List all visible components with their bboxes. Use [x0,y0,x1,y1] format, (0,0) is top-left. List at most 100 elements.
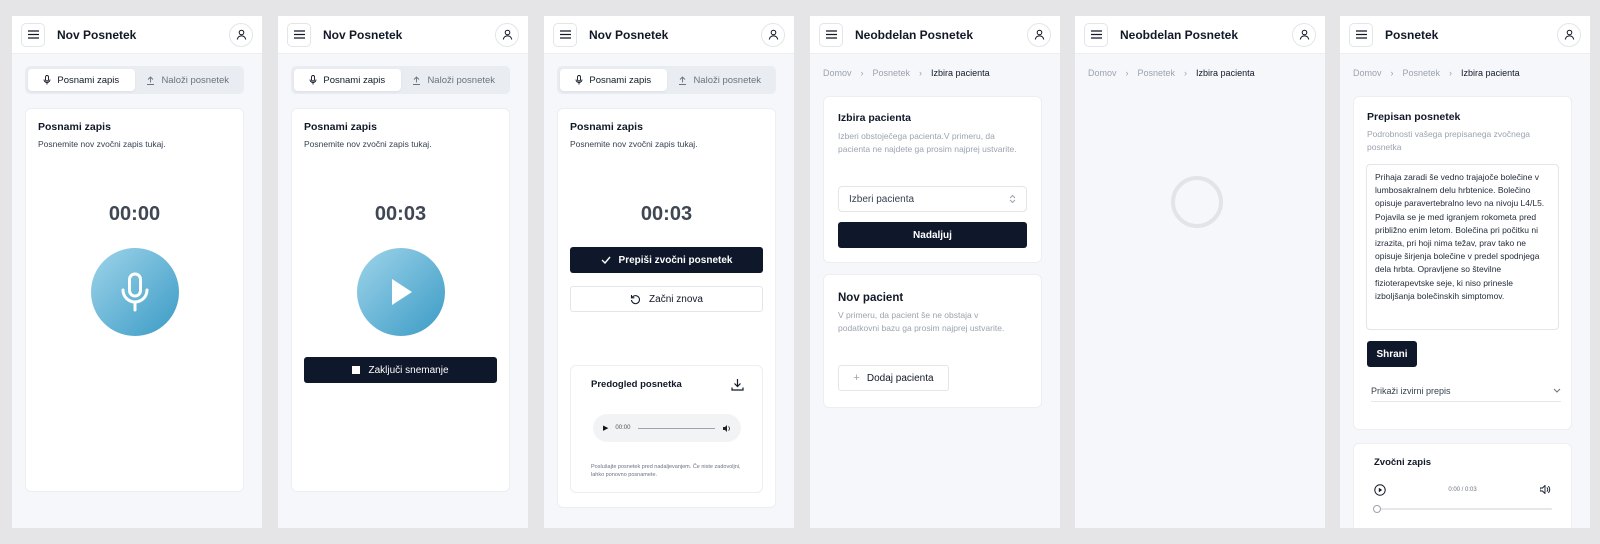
menu-button[interactable] [287,22,311,47]
screen-recorded: Nov Posnetek Posnami zapis Naloži posnet… [544,16,794,528]
toggle-label: Prikaži izvirni prepis [1371,385,1451,396]
breadcrumb-current: Izbira pacienta [1461,68,1520,78]
mic-icon [43,75,51,85]
player-progress[interactable] [638,427,715,429]
button-label: Zaključi snemanje [368,364,449,376]
record-button[interactable] [91,248,179,336]
user-icon [502,29,512,40]
card-title: Zvočni zapis [1374,457,1432,468]
user-icon [1299,29,1309,40]
breadcrumb: Domov › Posnetek › Izbira pacienta [1353,68,1520,78]
new-patient-card: Nov pacient V primeru, da pacient še ne … [823,274,1042,408]
audio-progress-thumb[interactable] [1373,505,1381,513]
download-icon[interactable] [731,378,744,391]
page-title: Neobdelan Posnetek [1120,27,1239,42]
transcript-card: Prepisan posnetek Podrobnosti vašega pre… [1353,96,1572,430]
user-button[interactable] [761,22,785,47]
card-description: Izberi obstoječega pacienta.V primeru, d… [838,131,1017,154]
tab-record[interactable]: Posnami zapis [28,69,135,91]
rotate-ccw-icon [630,294,641,304]
breadcrumb-home[interactable]: Domov [1088,68,1117,78]
menu-button[interactable] [553,22,577,47]
user-button[interactable] [1027,22,1051,47]
transcribe-button[interactable]: Prepiši zvočni posnetek [570,247,763,273]
chevrons-up-down-icon [1009,194,1016,204]
top-bar: Neobdelan Posnetek [810,16,1060,54]
timer: 00:03 [640,203,693,225]
select-patient-card: Izbira pacienta Izberi obstoječega pacie… [823,96,1042,263]
user-button[interactable] [1557,22,1581,47]
tab-upload[interactable]: Naloži posnetek [667,69,774,91]
screen-transcript: Posnetek Domov › Posnetek › Izbira pacie… [1340,16,1590,528]
play-icon [392,279,412,305]
user-button[interactable] [229,22,253,47]
breadcrumb-current: Izbira pacienta [931,68,990,78]
hamburger-icon [1355,30,1367,39]
add-patient-button[interactable]: + Dodaj pacienta [838,365,949,391]
screen-select-patient: Neobdelan Posnetek Domov › Posnetek › Iz… [810,16,1060,528]
upload-icon [147,75,155,85]
tab-label: Posnami zapis [323,74,386,86]
user-icon [1564,29,1574,40]
chevron-right-icon: › [1184,68,1188,78]
screen-loading: Neobdelan Posnetek Domov › Posnetek › Iz… [1075,16,1325,528]
breadcrumb-recording[interactable]: Posnetek [1403,68,1441,78]
hamburger-icon [293,30,305,39]
breadcrumb-recording[interactable]: Posnetek [1138,68,1176,78]
save-button[interactable]: Shrani [1367,341,1417,367]
show-original-toggle[interactable]: Prikaži izvirni prepis [1371,380,1561,402]
preview-title: Predogled posnetka [591,379,682,390]
card-description: V primeru, da pacient še ne obstaja v po… [838,310,1005,333]
tab-upload[interactable]: Naloži posnetek [135,69,242,91]
timer: 00:00 [108,203,161,225]
audio-progress-track[interactable] [1376,508,1552,510]
breadcrumb-home[interactable]: Domov [823,68,852,78]
play-icon[interactable]: ▶ [603,424,608,432]
record-card: Posnami zapis Posnemite nov zvočni zapis… [291,108,510,492]
record-card: Posnami zapis Posnemite nov zvočni zapis… [557,108,776,508]
page-title: Nov Posnetek [589,27,669,42]
menu-button[interactable] [1084,22,1108,47]
top-bar: Posnetek [1340,16,1590,54]
card-title: Posnami zapis [570,121,643,133]
hamburger-icon [27,30,39,39]
chevron-down-icon [1553,388,1561,393]
card-description: Podrobnosti vašega prepisanega zvočnega … [1367,129,1531,152]
user-icon [236,29,246,40]
breadcrumb-recording[interactable]: Posnetek [873,68,911,78]
microphone-icon [121,272,149,312]
card-title: Prepisan posnetek [1367,111,1461,123]
breadcrumb-home[interactable]: Domov [1353,68,1382,78]
tab-upload[interactable]: Naloži posnetek [401,69,508,91]
menu-button[interactable] [819,22,843,47]
audio-time: 0:00 / 0:03 [1448,487,1477,493]
play-button[interactable] [357,248,445,336]
user-button[interactable] [1292,22,1316,47]
transcript-textarea[interactable]: Prihaja zaradi še vedno trajajoče boleči… [1366,164,1559,330]
restart-button[interactable]: Začni znova [570,286,763,312]
chevron-right-icon: › [1390,68,1394,78]
hamburger-icon [1090,30,1102,39]
tab-label: Posnami zapis [57,74,120,86]
volume-icon[interactable] [1540,485,1551,494]
tab-record[interactable]: Posnami zapis [294,69,401,91]
stop-recording-button[interactable]: Zaključi snemanje [304,357,497,383]
patient-select[interactable]: Izberi pacienta [838,186,1027,212]
user-icon [1034,29,1044,40]
tab-record[interactable]: Posnami zapis [560,69,667,91]
audio-player: ▶ 00:00 [593,414,741,442]
upload-icon [413,75,421,85]
top-bar: Nov Posnetek [544,16,794,54]
breadcrumb: Domov › Posnetek › Izbira pacienta [1088,68,1255,78]
button-label: Začni znova [649,293,703,305]
timer: 00:03 [374,203,427,225]
user-button[interactable] [495,22,519,47]
menu-button[interactable] [1349,22,1373,47]
tab-label: Posnami zapis [589,74,652,86]
button-label: Prepiši zvočni posnetek [618,254,733,266]
button-label: Dodaj pacienta [866,372,934,384]
record-tabs: Posnami zapis Naloži posnetek [557,66,776,94]
volume-icon[interactable] [723,424,731,432]
continue-button[interactable]: Nadaljuj [838,222,1027,248]
menu-button[interactable] [21,22,45,47]
